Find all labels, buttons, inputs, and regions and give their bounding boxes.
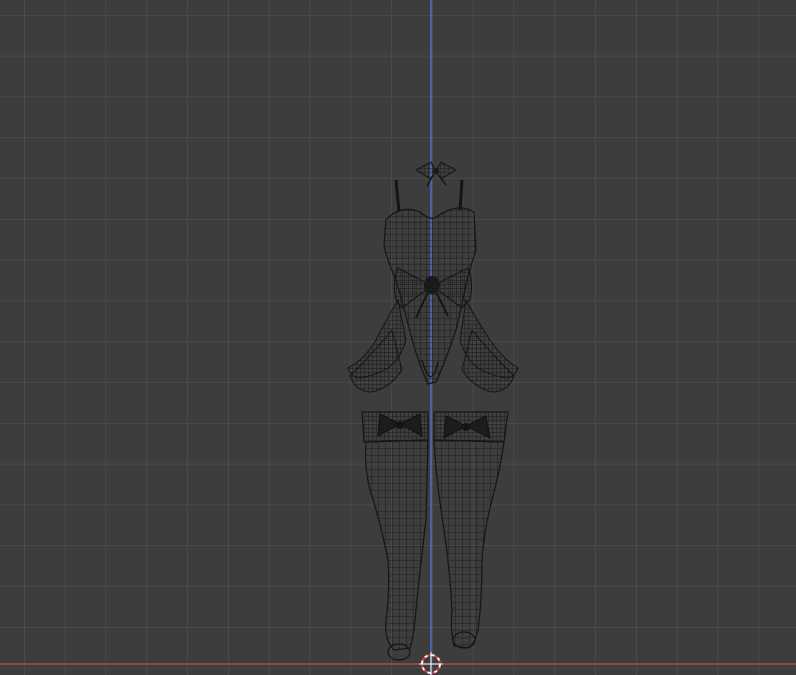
viewport-canvas[interactable] [0, 0, 796, 675]
3d-viewport[interactable] [0, 0, 796, 675]
